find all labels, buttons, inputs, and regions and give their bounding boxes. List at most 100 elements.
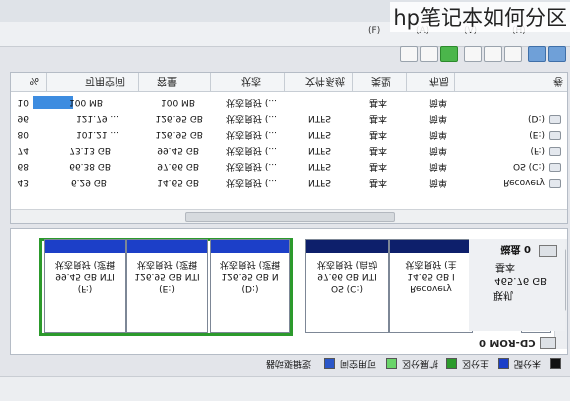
help-icon[interactable]	[484, 46, 502, 62]
legend-logical-drive: 逻辑驱动器	[266, 358, 312, 368]
scrollbar-thumb[interactable]	[185, 212, 395, 222]
col-status[interactable]: 状态	[241, 75, 261, 90]
cell-percent: 10	[17, 97, 29, 107]
partition-size: 126.95 GB N	[221, 271, 279, 281]
disk-size: 465.76 GB	[494, 275, 547, 286]
cell-layout: 简单	[428, 145, 447, 155]
cell-layout: 简单	[428, 177, 447, 187]
partition-size: 99.45 GB NTI	[55, 271, 115, 281]
back-icon[interactable]	[548, 46, 566, 62]
cell-type: 基本	[368, 129, 387, 139]
settings-icon[interactable]	[400, 46, 418, 62]
partition-size: 97.66 GB NTI	[317, 271, 377, 281]
partition-status: 状态良好 (逻辑	[219, 259, 281, 269]
cell-capacity: 126.95 GB	[155, 113, 203, 123]
disk-state: 联机	[493, 289, 513, 300]
legend-free-space: 可用空间	[340, 358, 377, 368]
volume-list: 卷 布局 类型 文件系统 状态 容量 可用空间 % 简单 基本 状态良好 (..…	[10, 72, 568, 224]
partition-status: 状态良好 (主	[405, 259, 457, 269]
status-bar	[0, 376, 570, 401]
cell-status: 状态良好 (...	[226, 129, 277, 139]
legend-swatch	[386, 358, 397, 369]
drive-icon	[549, 147, 561, 156]
drive-icon	[549, 163, 561, 172]
disk-name: 磁盘 0	[500, 243, 531, 254]
cell-percent: 68	[17, 161, 29, 171]
drive-icon	[549, 131, 561, 140]
properties-icon[interactable]	[504, 46, 522, 62]
cell-capacity: 99.45 GB	[157, 145, 199, 155]
cell-status: 状态良好 (...	[226, 161, 277, 171]
partition-status: 状态良好 (逻辑	[136, 259, 198, 269]
refresh-icon[interactable]	[464, 46, 482, 62]
legend-swatch	[324, 358, 335, 369]
cell-type: 基本	[368, 145, 387, 155]
cell-status: 状态良好 (...	[226, 97, 277, 107]
cell-fs: NTFS	[308, 161, 331, 171]
menu-item-file[interactable]: (F)	[368, 26, 380, 36]
cell-volume: (F:)	[530, 145, 545, 155]
legend-extended: 扩展分区	[402, 358, 439, 368]
cell-layout: 简单	[428, 97, 447, 107]
cell-type: 基本	[368, 113, 387, 123]
check-icon[interactable]	[440, 46, 458, 62]
cell-capacity: 100 MB	[161, 97, 195, 107]
partition-d[interactable]: (D:) 126.95 GB N 状态良好 (逻辑	[210, 239, 290, 333]
cell-status: 状态良好 (...	[226, 113, 277, 123]
col-free-space[interactable]: 可用空间	[85, 75, 125, 90]
legend-primary: 主分区	[462, 358, 490, 368]
delete-icon[interactable]	[420, 46, 438, 62]
col-type[interactable]: 类型	[371, 75, 391, 90]
forward-icon[interactable]	[528, 46, 546, 62]
disk-icon	[539, 245, 557, 257]
cell-capacity: 14.65 GB	[157, 177, 199, 187]
col-capacity[interactable]: 容量	[157, 75, 177, 90]
cell-type: 基本	[368, 97, 387, 107]
partition-size: 14.65 GB I	[407, 271, 455, 281]
drive-icon	[549, 179, 561, 188]
partition-status: 状态良好 (逻辑	[54, 259, 116, 269]
selected-volume-highlight	[33, 96, 73, 109]
cell-fs: NTFS	[308, 145, 331, 155]
cell-free: 121.79 ...	[76, 113, 119, 123]
drive-icon	[549, 115, 561, 124]
cell-volume: (D:)	[528, 113, 545, 123]
legend-swatch	[446, 358, 457, 369]
cell-volume: (E:)	[529, 129, 545, 139]
partition-e[interactable]: (E:) 126.95 GB NTI 状态良好 (逻辑	[126, 239, 208, 333]
cell-layout: 简单	[428, 161, 447, 171]
cell-layout: 简单	[428, 113, 447, 123]
cell-free: 73.13 GB	[69, 145, 111, 155]
cell-fs: NTFS	[308, 129, 331, 139]
partition-label: (D:)	[241, 283, 259, 293]
disk-type: 基本	[495, 261, 515, 272]
cell-capacity: 126.95 GB	[155, 129, 203, 139]
cell-volume: Recovery	[503, 177, 545, 187]
cell-percent: 74	[17, 145, 29, 155]
cdrom-icon	[540, 337, 556, 349]
legend-swatch	[498, 358, 509, 369]
cdrom-label: CD-ROM 0	[479, 337, 536, 348]
legend-swatch	[550, 358, 561, 369]
partition-recovery[interactable]: Recovery 14.65 GB I 状态良好 (主	[389, 239, 473, 333]
col-volume[interactable]: 卷	[553, 75, 563, 90]
cell-fs: NTFS	[308, 113, 331, 123]
partition-c[interactable]: OS (C:) 97.66 GB NTI 状态良好 (启动	[305, 239, 389, 333]
col-layout[interactable]: 布局	[429, 75, 449, 90]
cdrom-row[interactable]: CD-ROM 0	[24, 334, 566, 352]
horizontal-scrollbar[interactable]	[11, 209, 567, 223]
partition-label: OS (C:)	[331, 283, 363, 293]
cell-percent: 96	[17, 113, 29, 123]
cell-free: 66.38 GB	[69, 161, 111, 171]
cell-free: 6.29 GB	[70, 177, 107, 187]
cell-fs: NTFS	[308, 177, 331, 187]
cell-type: 基本	[368, 161, 387, 171]
list-header: 卷 布局 类型 文件系统 状态 容量 可用空间 %	[11, 73, 567, 92]
col-filesystem[interactable]: 文件系统	[305, 75, 345, 90]
col-percent[interactable]: %	[29, 75, 39, 86]
disk-info[interactable]: 磁盘 0 基本 465.76 GB 联机	[469, 239, 565, 331]
cell-free: 101.21 ...	[76, 129, 119, 139]
partition-f[interactable]: (F:) 99.45 GB NTI 状态良好 (逻辑	[44, 239, 126, 333]
partition-label: (F:)	[77, 283, 93, 293]
cell-free: 100 MB	[69, 97, 103, 107]
